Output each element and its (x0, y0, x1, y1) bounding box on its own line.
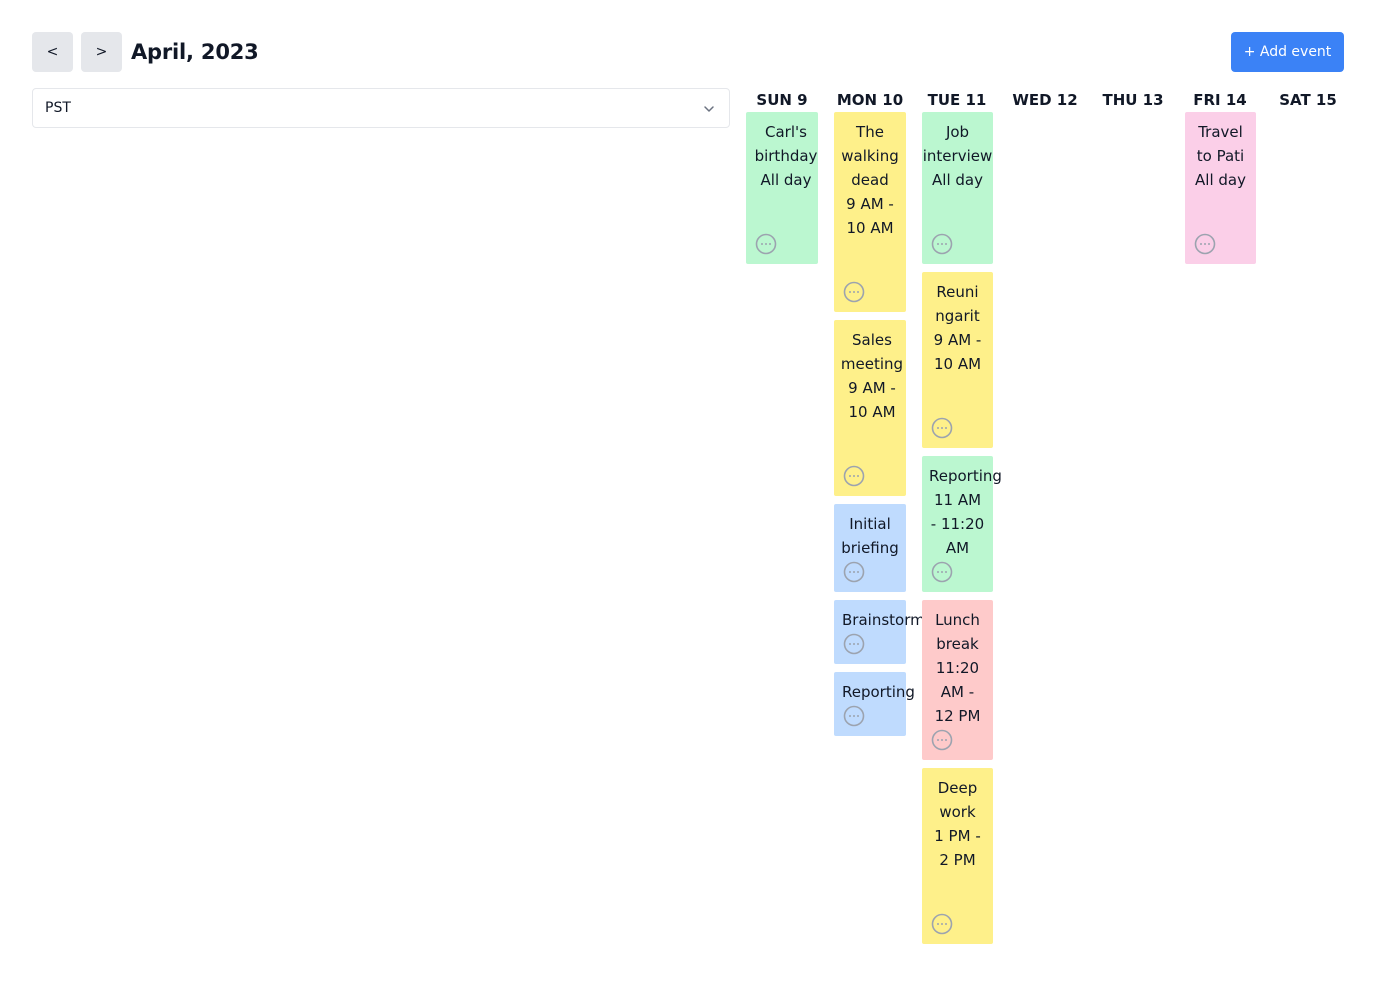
day-header-sat: SAT 15 (1279, 91, 1337, 109)
ellipsis-circle-icon[interactable] (843, 633, 865, 655)
event-text: Reuni ngarit 9 AM - 10 AM (933, 283, 982, 373)
add-event-button[interactable]: + Add event (1231, 32, 1344, 72)
ellipsis-circle-icon[interactable] (843, 281, 865, 303)
event-text: Reporting 11 AM - 11:20 AM (929, 467, 1002, 557)
ellipsis-circle-icon[interactable] (843, 465, 865, 487)
month-title: April, 2023 (131, 40, 259, 64)
ellipsis-circle-icon[interactable] (931, 729, 953, 751)
event-text: The walking dead 9 AM - 10 AM (841, 123, 899, 237)
ellipsis-circle-icon[interactable] (931, 233, 953, 255)
day-header-mon: MON 10 (836, 91, 904, 109)
event-card[interactable]: The walking dead 9 AM - 10 AM (834, 112, 906, 312)
event-text: Job interview All day (922, 123, 993, 189)
event-card[interactable]: Lunch break 11:20 AM - 12 PM (922, 600, 993, 760)
timezone-selected-value: PST (45, 100, 71, 116)
ellipsis-circle-icon[interactable] (843, 705, 865, 727)
next-week-button[interactable]: > (81, 32, 122, 72)
event-text: Reporting (842, 683, 915, 701)
event-card[interactable]: Travel to Pati All day (1185, 112, 1256, 264)
ellipsis-circle-icon[interactable] (931, 561, 953, 583)
day-header-fri: FRI 14 (1193, 91, 1247, 109)
event-card[interactable]: Reporting (834, 672, 915, 736)
event-card[interactable]: Initial briefing (834, 504, 906, 592)
event-text: Carl's birthday All day (754, 123, 818, 189)
day-header-sun: SUN 9 (756, 91, 808, 109)
event-card[interactable]: Brainstorm (834, 600, 925, 664)
prev-week-button[interactable]: < (32, 32, 73, 72)
day-header-thu: THU 13 (1102, 91, 1164, 109)
event-card[interactable]: Carl's birthday All day (746, 112, 818, 264)
event-text: Lunch break 11:20 AM - 12 PM (934, 611, 981, 725)
event-text: Initial briefing (841, 515, 899, 557)
day-header-tue: TUE 11 (927, 91, 987, 109)
event-card[interactable]: Deep work 1 PM - 2 PM (922, 768, 993, 944)
event-card[interactable]: Reporting 11 AM - 11:20 AM (922, 456, 1002, 592)
event-text: Sales meeting 9 AM - 10 AM (840, 331, 904, 421)
event-text: Travel to Pati All day (1195, 123, 1246, 189)
ellipsis-circle-icon[interactable] (843, 561, 865, 583)
ellipsis-circle-icon[interactable] (931, 417, 953, 439)
event-text: Deep work 1 PM - 2 PM (934, 779, 981, 869)
ellipsis-circle-icon[interactable] (755, 233, 777, 255)
timezone-select[interactable]: PST (32, 88, 730, 128)
ellipsis-circle-icon[interactable] (931, 913, 953, 935)
chevron-down-icon (704, 106, 714, 112)
event-card[interactable]: Job interview All day (922, 112, 993, 264)
event-card[interactable]: Sales meeting 9 AM - 10 AM (834, 320, 906, 496)
event-card[interactable]: Reuni ngarit 9 AM - 10 AM (922, 272, 993, 448)
event-text: Brainstorm (842, 611, 925, 629)
ellipsis-circle-icon[interactable] (1194, 233, 1216, 255)
day-header-wed: WED 12 (1012, 91, 1078, 109)
